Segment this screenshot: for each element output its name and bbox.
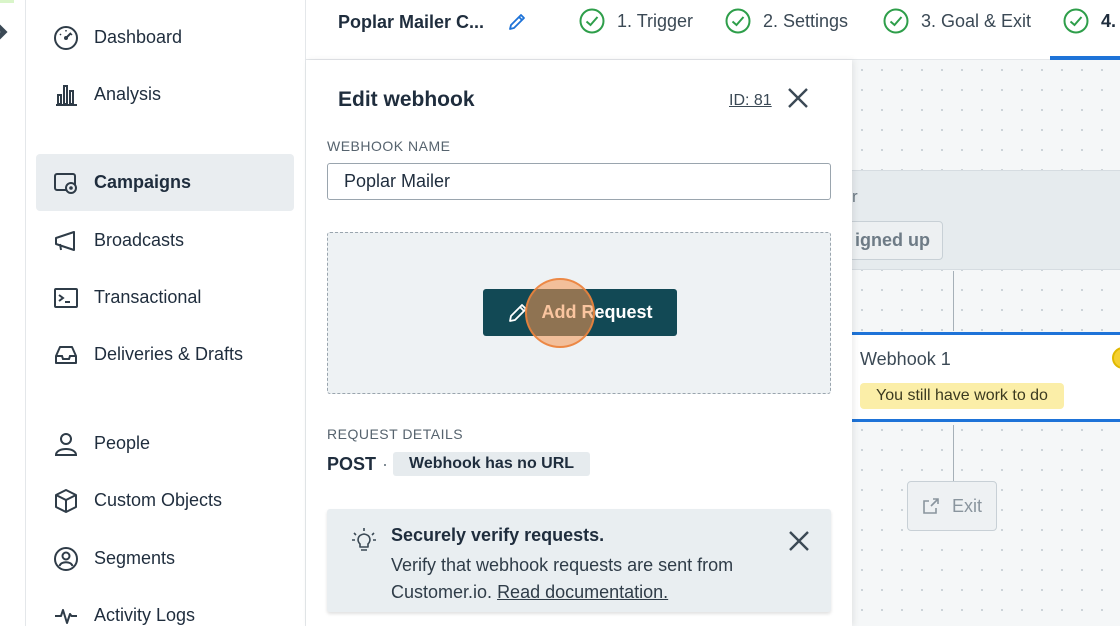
read-documentation-link[interactable]: Read documentation. <box>497 582 668 602</box>
person-icon <box>52 430 80 458</box>
step-trigger[interactable]: 1. Trigger <box>579 8 693 34</box>
step-workflow[interactable]: 4. <box>1063 8 1116 34</box>
check-circle-icon <box>725 8 751 34</box>
pulse-icon <box>52 602 80 626</box>
segments-icon <box>52 545 80 573</box>
incomplete-warning-badge: You still have work to do <box>860 383 1064 409</box>
notice-body: Verify that webhook requests are sent fr… <box>391 552 781 606</box>
trigger-condition[interactable]: igned up <box>842 221 943 260</box>
sidebar-item-deliveries-drafts[interactable]: Deliveries & Drafts <box>36 326 294 383</box>
sidebar-item-label: People <box>94 433 151 453</box>
trigger-node[interactable]: r igned up <box>842 170 1120 270</box>
bar-chart-icon <box>52 81 80 109</box>
webhook-name-input[interactable] <box>327 163 831 200</box>
webhook-url-status: Webhook has no URL <box>393 452 591 476</box>
sidebar-item-custom-objects[interactable]: Custom Objects <box>36 472 294 529</box>
exit-label: Exit <box>951 495 982 516</box>
sidebar-item-analysis[interactable]: Analysis <box>36 66 294 123</box>
sidebar-item-label: Transactional <box>94 287 202 307</box>
webhook-node-title: Webhook 1 <box>860 349 951 369</box>
campaigns-icon <box>52 169 80 197</box>
request-dropzone: Add Request <box>327 232 831 394</box>
request-details-label: REQUEST DETAILS <box>327 426 464 442</box>
sidebar-item-dashboard[interactable]: Dashboard <box>36 9 294 66</box>
sidebar-item-label: Activity Logs <box>94 605 196 625</box>
gauge-icon <box>52 24 80 52</box>
check-circle-icon <box>1063 8 1089 34</box>
step-label: 2. Settings <box>763 10 849 31</box>
edit-name-pencil-icon[interactable] <box>506 11 528 33</box>
panel-title: Edit webhook <box>338 88 475 111</box>
app-rail <box>0 0 26 626</box>
check-circle-icon <box>883 8 909 34</box>
exit-node[interactable]: Exit <box>907 481 997 531</box>
http-method: POST <box>327 454 377 474</box>
app-logo-icon[interactable] <box>0 20 10 44</box>
sidebar-item-activity-logs[interactable]: Activity Logs <box>36 587 294 626</box>
webhook-node[interactable]: Webhook 1 You still have work to do <box>852 332 1120 422</box>
cube-icon <box>52 487 80 515</box>
sidebar-item-campaigns[interactable]: Campaigns <box>36 154 294 211</box>
campaign-header: Poplar Mailer C... 1. Trigger 2. Setting… <box>306 0 1120 60</box>
check-circle-icon <box>579 8 605 34</box>
sidebar-item-label: Analysis <box>94 84 162 104</box>
trigger-title: r <box>852 187 858 206</box>
webhook-name-label: WEBHOOK NAME <box>327 138 451 154</box>
sidebar-item-label: Campaigns <box>94 172 192 192</box>
sidebar-item-people[interactable]: People <box>36 415 294 472</box>
step-label: 1. Trigger <box>617 10 694 31</box>
verify-requests-notice: Securely verify requests. Verify that we… <box>327 509 831 612</box>
edit-webhook-panel: Edit webhook ID: 81 WEBHOOK NAME Add Req… <box>306 60 852 626</box>
connector-line <box>953 425 954 481</box>
webhook-id-link[interactable]: ID: 81 <box>729 92 772 110</box>
notice-title: Securely verify requests. <box>391 525 605 545</box>
sidebar-item-label: Dashboard <box>94 27 183 47</box>
dismiss-notice-icon[interactable] <box>787 529 811 553</box>
add-request-label: Add Request <box>541 302 653 322</box>
add-request-button[interactable]: Add Request <box>483 289 677 336</box>
separator-dot: · <box>382 454 388 474</box>
terminal-icon <box>52 284 80 312</box>
rail-accent <box>0 0 14 3</box>
close-icon[interactable] <box>786 86 810 110</box>
sidebar-item-segments[interactable]: Segments <box>36 530 294 587</box>
step-settings[interactable]: 2. Settings <box>725 8 848 34</box>
external-link-icon <box>923 498 939 514</box>
warning-dot-icon <box>1112 347 1120 369</box>
megaphone-icon <box>52 227 80 255</box>
sidebar-item-label: Deliveries & Drafts <box>94 344 244 364</box>
sidebar-item-transactional[interactable]: Transactional <box>36 269 294 326</box>
sidebar-item-broadcasts[interactable]: Broadcasts <box>36 212 294 269</box>
step-goal-exit[interactable]: 3. Goal & Exit <box>883 8 1031 34</box>
sidebar-item-label: Custom Objects <box>94 490 223 510</box>
sidebar-item-label: Segments <box>94 548 176 568</box>
inbox-icon <box>52 341 80 369</box>
lightbulb-icon <box>352 528 376 551</box>
step-label: 3. Goal & Exit <box>921 10 1032 31</box>
step-label: 4. <box>1101 10 1117 31</box>
pencil-icon <box>509 303 528 322</box>
workflow-canvas[interactable]: r igned up Webhook 1 You still have work… <box>842 60 1120 626</box>
sidebar-item-label: Broadcasts <box>94 230 185 250</box>
connector-line <box>953 271 954 331</box>
main-sidebar: Dashboard Analysis Campaigns Broadcasts … <box>26 0 306 626</box>
campaign-name: Poplar Mailer C... <box>338 12 485 32</box>
